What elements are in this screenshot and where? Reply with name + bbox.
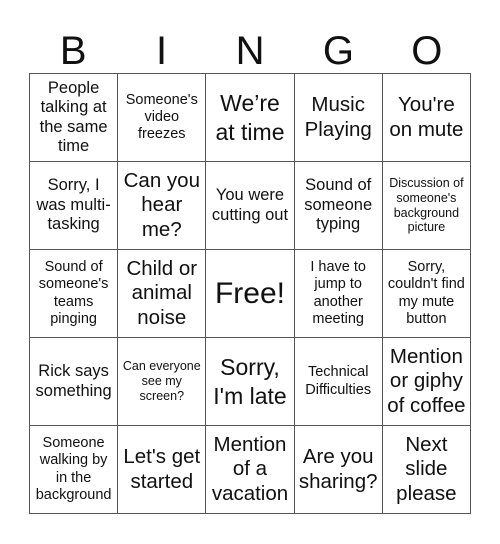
bingo-cell-text: Technical Difficulties bbox=[305, 364, 372, 398]
bingo-cell[interactable]: Mention of a vacation bbox=[206, 426, 295, 514]
bingo-cell[interactable]: Can you hear me? bbox=[118, 162, 207, 250]
bingo-cell-text: Are you sharing? bbox=[298, 445, 378, 493]
header-letter-o: O bbox=[411, 29, 443, 73]
bingo-header: B I N G O bbox=[29, 30, 471, 73]
bingo-cell[interactable]: Sound of someone's teams pinging bbox=[30, 250, 119, 338]
bingo-cell[interactable]: Child or animal noise bbox=[118, 250, 207, 338]
bingo-cell[interactable]: Sound of someone typing bbox=[294, 162, 383, 250]
bingo-cell[interactable]: We’re at time bbox=[206, 74, 295, 162]
bingo-cell-text: Someone walking by in the background bbox=[35, 435, 112, 503]
bingo-cell[interactable]: Music Playing bbox=[294, 74, 383, 162]
header-letter-b: B bbox=[59, 29, 87, 73]
bingo-cell-text: Sorry, I'm late bbox=[213, 354, 287, 409]
header-letter-i: I bbox=[156, 29, 168, 73]
bingo-cell-text: Next slide please bbox=[396, 433, 457, 505]
bingo-cell[interactable]: Someone's video freezes bbox=[118, 74, 207, 162]
bingo-cell-text: Discussion of someone's background pictu… bbox=[389, 176, 464, 235]
bingo-cell-text: I have to jump to another meeting bbox=[310, 259, 366, 327]
bingo-cell-text: Can you hear me? bbox=[123, 169, 200, 241]
bingo-cell[interactable]: Sorry, couldn't find my mute button bbox=[382, 250, 471, 338]
bingo-cell[interactable]: Sorry, I'm late bbox=[206, 338, 295, 426]
bingo-cell-text: Let's get started bbox=[123, 445, 201, 493]
bingo-cell-text: Mention or giphy of coffee bbox=[387, 345, 466, 417]
bingo-cell-text: Mention of a vacation bbox=[211, 433, 289, 505]
bingo-cell[interactable]: You were cutting out bbox=[206, 162, 295, 250]
bingo-cell[interactable]: People talking at the same time bbox=[30, 74, 119, 162]
bingo-cell[interactable]: Sorry, I was multi-tasking bbox=[30, 162, 119, 250]
bingo-cell[interactable]: Rick says something bbox=[30, 338, 119, 426]
bingo-card-grid: People talking at the same time Someone'… bbox=[29, 73, 471, 514]
bingo-cell[interactable]: Let's get started bbox=[118, 426, 207, 514]
bingo-cell-text: Rick says something bbox=[35, 362, 112, 400]
header-letter-g: G bbox=[322, 29, 354, 73]
bingo-cell[interactable]: Discussion of someone's background pictu… bbox=[382, 162, 471, 250]
bingo-cell[interactable]: Can everyone see my screen? bbox=[118, 338, 207, 426]
bingo-cell[interactable]: Are you sharing? bbox=[294, 426, 383, 514]
bingo-cell-text: Sound of someone typing bbox=[304, 176, 373, 234]
bingo-cell-text: We’re at time bbox=[215, 90, 285, 145]
bingo-cell[interactable]: Technical Difficulties bbox=[294, 338, 383, 426]
bingo-cell-text: Sorry, couldn't find my mute button bbox=[387, 259, 465, 327]
bingo-cell[interactable]: I have to jump to another meeting bbox=[294, 250, 383, 338]
bingo-cell-text: Someone's video freezes bbox=[125, 91, 198, 143]
bingo-cell[interactable]: Next slide please bbox=[382, 426, 471, 514]
bingo-cell-text: Sound of someone's teams pinging bbox=[38, 259, 109, 327]
bingo-cell-text: You're on mute bbox=[389, 93, 464, 141]
free-space-cell[interactable]: Free! bbox=[206, 250, 295, 338]
bingo-cell-text: Child or animal noise bbox=[126, 257, 198, 329]
bingo-cell-text: You were cutting out bbox=[211, 186, 289, 224]
header-letter-n: N bbox=[235, 29, 265, 73]
bingo-cell[interactable]: Someone walking by in the background bbox=[30, 426, 119, 514]
bingo-cell-text: Music Playing bbox=[304, 93, 372, 141]
bingo-cell-text: People talking at the same time bbox=[39, 78, 108, 155]
bingo-cell[interactable]: Mention or giphy of coffee bbox=[382, 338, 471, 426]
bingo-cell-text: Can everyone see my screen? bbox=[122, 359, 201, 403]
bingo-cell-text: Sorry, I was multi-tasking bbox=[36, 176, 111, 234]
free-space-text: Free! bbox=[214, 276, 285, 310]
bingo-cell[interactable]: You're on mute bbox=[382, 74, 471, 162]
